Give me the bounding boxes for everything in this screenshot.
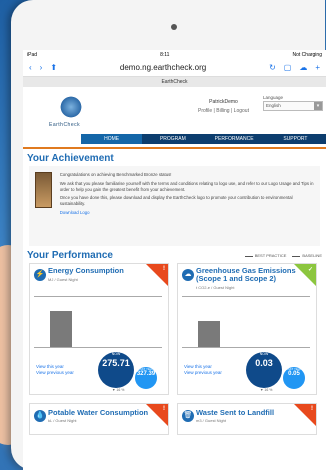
- achievement-promote: Once you have done this, please download…: [59, 195, 293, 207]
- metric-cards-row2: ! 💧 Potable Water Consumption kL / Guest…: [23, 395, 326, 435]
- card-unit: kL / Guest Night: [48, 418, 77, 423]
- card-title: Energy Consumption: [48, 266, 124, 275]
- forward-icon[interactable]: ›: [40, 63, 43, 72]
- now-value: 0.03: [255, 358, 273, 368]
- user-links[interactable]: Profile | Billing | Logout: [198, 108, 249, 114]
- card-title: Waste Sent to Landfill: [196, 408, 275, 417]
- language-value: English: [266, 103, 281, 108]
- now-bubble: NOW 0.03: [246, 352, 282, 388]
- logo-text: EarthCheck: [49, 122, 81, 128]
- water-drop-icon: 💧: [34, 410, 46, 422]
- achievement-terms: We ask that you please familiarise yours…: [59, 180, 314, 192]
- legend-base: BASELINE: [292, 253, 322, 258]
- view-previous-year-link[interactable]: View previous year: [36, 370, 74, 375]
- bar-chart: [182, 296, 310, 348]
- achievement-heading: Your Achievement: [27, 153, 114, 164]
- alert-icon: !: [163, 266, 165, 272]
- performance-header: Your Performance BEST PRACTICE BASELINE: [23, 246, 326, 263]
- trash-icon: 🗑: [182, 410, 194, 422]
- share-icon[interactable]: ⬆: [50, 63, 57, 72]
- achievement-panel: Congratulations on achieving Benchmarked…: [29, 166, 320, 246]
- card-title: Potable Water Consumption: [48, 408, 149, 417]
- view-this-year-link[interactable]: View this year: [184, 364, 212, 369]
- last-value: 0.05: [288, 371, 300, 377]
- nav-support[interactable]: SUPPORT: [265, 134, 326, 144]
- alert-icon: !: [311, 406, 313, 412]
- last-year-bubble: LAST YEAR 0.05: [282, 366, 306, 390]
- bar: [198, 321, 220, 347]
- last-year-bubble: LAST YEAR 327.39: [134, 366, 158, 390]
- battery-status: Not Charging: [292, 51, 322, 58]
- now-bubble: NOW 275.71: [98, 352, 134, 388]
- device-name: iPad: [27, 51, 38, 58]
- clock: 8:11: [160, 51, 170, 58]
- last-value: 327.39: [136, 371, 156, 377]
- card-title: Greenhouse Gas Emissions (Scope 1 and Sc…: [196, 266, 296, 283]
- browser-toolbar: ‹ › ⬆ demo.ng.earthcheck.org ↻ ▢ ☁ +: [23, 59, 326, 77]
- bar-chart: [34, 296, 162, 348]
- card-unit: t CO2-e / Guest Night: [196, 285, 235, 290]
- legend: BEST PRACTICE BASELINE: [244, 253, 322, 258]
- legend-best: BEST PRACTICE: [244, 253, 286, 258]
- earthcheck-logo-icon[interactable]: [59, 95, 83, 119]
- achievement-text: Congratulations on achieving Benchmarked…: [60, 172, 314, 240]
- metric-card-water[interactable]: ! 💧 Potable Water Consumption kL / Guest…: [29, 403, 169, 435]
- view-this-year-link[interactable]: View this year: [36, 364, 64, 369]
- bookmarks-icon[interactable]: ▢: [284, 63, 292, 72]
- username[interactable]: PatrickDemo: [198, 99, 249, 105]
- bolt-icon: ⚡: [34, 269, 46, 281]
- now-label: NOW: [111, 352, 121, 356]
- back-icon[interactable]: ‹: [29, 63, 32, 72]
- change-text: ▼ 16 %: [112, 388, 125, 392]
- now-label: NOW: [259, 352, 269, 356]
- new-tab-icon[interactable]: +: [315, 63, 320, 72]
- certificate-image: [35, 172, 52, 208]
- language-picker: Language English ▾: [263, 95, 323, 111]
- site-header: EarthCheck PatrickDemo Profile | Billing…: [23, 87, 326, 147]
- view-previous-year-link[interactable]: View previous year: [184, 370, 222, 375]
- co2-icon: ☁: [182, 269, 194, 281]
- cloud-icon[interactable]: ☁: [299, 63, 307, 72]
- metric-card-energy[interactable]: ! ⚡ Energy Consumption MJ / Guest Night …: [29, 263, 169, 395]
- metric-card-waste[interactable]: ! 🗑 Waste Sent to Landfill m3 / Guest Ni…: [177, 403, 317, 435]
- language-label: Language: [263, 95, 284, 100]
- url-field[interactable]: demo.ng.earthcheck.org: [65, 63, 261, 72]
- tablet-screen: iPad 8:11 Not Charging ‹ › ⬆ demo.ng.ear…: [23, 50, 326, 470]
- reload-icon[interactable]: ↻: [269, 63, 276, 72]
- card-unit: m3 / Guest Night: [196, 418, 227, 423]
- status-bar: iPad 8:11 Not Charging: [23, 50, 326, 59]
- main-nav: HOME PROGRAM PERFORMANCE SUPPORT: [81, 134, 326, 144]
- camera: [171, 24, 177, 30]
- performance-heading: Your Performance: [27, 250, 113, 261]
- language-select[interactable]: English ▾: [263, 101, 323, 111]
- download-logo-link[interactable]: Download Logo: [60, 210, 314, 216]
- nav-home[interactable]: HOME: [81, 134, 143, 144]
- card-unit: MJ / Guest Night: [48, 277, 78, 282]
- user-box: PatrickDemo Profile | Billing | Logout: [198, 99, 249, 114]
- achievement-congrats: Congratulations on achieving Benchmarked…: [59, 172, 172, 177]
- nav-performance[interactable]: PERFORMANCE: [204, 134, 265, 144]
- metric-cards: ! ⚡ Energy Consumption MJ / Guest Night …: [23, 263, 326, 395]
- alert-icon: !: [163, 406, 165, 412]
- now-value: 275.71: [102, 358, 130, 368]
- metric-card-ghg[interactable]: ✓ ☁ Greenhouse Gas Emissions (Scope 1 an…: [177, 263, 317, 395]
- nav-program[interactable]: PROGRAM: [142, 134, 203, 144]
- tab-title[interactable]: EarthCheck: [23, 77, 326, 87]
- change-text: ▼ 16 %: [260, 388, 273, 392]
- bar: [50, 311, 72, 347]
- check-icon: ✓: [307, 267, 313, 273]
- chevron-down-icon: ▾: [314, 102, 322, 110]
